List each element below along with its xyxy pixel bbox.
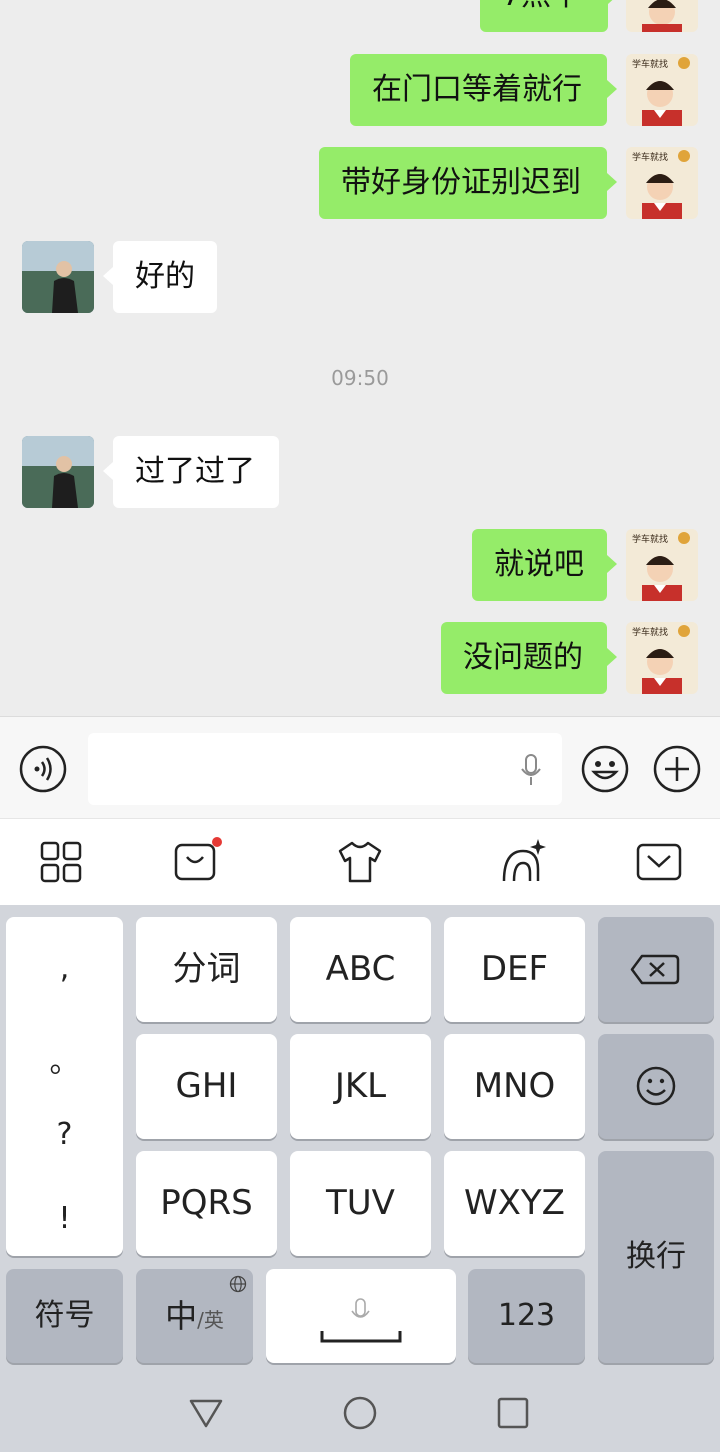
message-bubble-outgoing[interactable]: 7点半 — [480, 0, 618, 32]
backspace-icon — [630, 954, 680, 985]
message-bubble-outgoing[interactable]: 没问题的 — [441, 622, 617, 694]
message-bubble-outgoing[interactable]: 就说吧 — [472, 529, 617, 601]
avatar-caption-text: 学车就找 — [632, 58, 668, 70]
key-label: 123 — [497, 1298, 556, 1333]
key-label: 符号 — [34, 1298, 95, 1333]
key-def[interactable]: DEF — [444, 917, 585, 1022]
key-label: DEF — [480, 949, 549, 989]
message-bubble-incoming[interactable]: 过了过了 — [103, 436, 279, 508]
self-avatar-icon: 学车就找 — [632, 625, 690, 694]
input-bar — [0, 716, 720, 819]
message-bubble-incoming[interactable]: 好的 — [103, 241, 217, 313]
plus-icon[interactable] — [652, 744, 702, 794]
self-avatar-icon: 学车就找 — [632, 57, 690, 126]
key-label: TUV — [326, 1183, 395, 1223]
punct-key[interactable]: ? — [6, 1117, 123, 1152]
key-label: 分词 — [172, 949, 241, 989]
language-switch-key[interactable]: 中/英 — [136, 1269, 253, 1363]
key-jkl[interactable]: JKL — [290, 1034, 431, 1139]
key-ghi[interactable]: GHI — [136, 1034, 277, 1139]
notification-badge — [212, 837, 222, 847]
emoji-key[interactable] — [598, 1034, 714, 1139]
smiley-icon — [636, 1066, 676, 1106]
self-avatar-icon — [642, 0, 682, 32]
self-avatar[interactable]: 学车就找 — [626, 54, 698, 126]
avatar-caption-text: 学车就找 — [632, 626, 668, 638]
emoji-icon[interactable] — [580, 744, 630, 794]
space-mic-icon — [320, 1298, 402, 1343]
self-avatar-icon: 学车就找 — [632, 150, 690, 219]
key-label: PQRS — [160, 1183, 253, 1223]
message-bubble-outgoing[interactable]: 带好身份证别迟到 — [319, 147, 617, 219]
message-input[interactable] — [88, 733, 562, 805]
contact-avatar[interactable] — [22, 436, 94, 508]
numbers-key[interactable]: 123 — [468, 1269, 585, 1363]
contact-avatar-icon — [22, 241, 94, 313]
globe-icon — [229, 1275, 247, 1293]
system-nav-bar — [0, 1372, 720, 1452]
chat-area: 7点半 在门口等着就行 学车就找 带好身份证别迟到 学车就找 — [0, 0, 720, 716]
backspace-key[interactable] — [598, 917, 714, 1022]
recents-square-icon[interactable] — [496, 1396, 530, 1430]
voice-mode-icon[interactable] — [18, 744, 68, 794]
self-avatar[interactable] — [626, 0, 698, 32]
enter-key[interactable]: 换行 — [598, 1151, 714, 1363]
microphone-icon[interactable] — [518, 753, 544, 787]
key-tuv[interactable]: TUV — [290, 1151, 431, 1256]
key-sublabel: /英 — [197, 1308, 224, 1332]
key-pqrs[interactable]: PQRS — [136, 1151, 277, 1256]
time-divider: 09:50 — [331, 366, 389, 390]
key-abc[interactable]: ABC — [290, 917, 431, 1022]
punct-key[interactable]: 。 — [6, 1037, 123, 1081]
shopping-bag-icon[interactable] — [172, 837, 222, 887]
ime-toolbar — [0, 818, 720, 906]
contact-avatar[interactable] — [22, 241, 94, 313]
key-label: JKL — [334, 1066, 387, 1106]
tshirt-icon[interactable] — [336, 839, 384, 885]
key-label: MNO — [473, 1066, 556, 1106]
self-avatar-icon: 学车就找 — [632, 532, 690, 601]
self-avatar[interactable]: 学车就找 — [626, 622, 698, 694]
key-mno[interactable]: MNO — [444, 1034, 585, 1139]
keyboard: , 。 ? ! 分词 ABC DEF GHI JKL MNO PQRS TUV … — [0, 905, 720, 1372]
punct-key[interactable]: ! — [6, 1201, 123, 1236]
self-avatar[interactable]: 学车就找 — [626, 529, 698, 601]
message-bubble-outgoing[interactable]: 在门口等着就行 — [350, 54, 617, 126]
avatar-caption-text: 学车就找 — [632, 151, 668, 163]
punctuation-list[interactable]: , 。 ? ! — [6, 917, 123, 1256]
home-circle-icon[interactable] — [342, 1395, 378, 1431]
punct-key[interactable]: , — [6, 951, 123, 986]
space-key[interactable] — [266, 1269, 456, 1363]
key-label: 换行 — [626, 1239, 686, 1274]
self-avatar[interactable]: 学车就找 — [626, 147, 698, 219]
ai-sparkle-icon[interactable] — [498, 837, 548, 887]
key-label: ABC — [325, 949, 396, 989]
grid-icon[interactable] — [40, 841, 82, 883]
back-triangle-icon[interactable] — [188, 1396, 224, 1430]
symbols-key[interactable]: 符号 — [6, 1269, 123, 1363]
contact-avatar-icon — [22, 436, 94, 508]
key-fenci[interactable]: 分词 — [136, 917, 277, 1022]
key-label: 中 — [165, 1297, 198, 1335]
keyboard-hide-icon[interactable] — [636, 843, 682, 881]
key-label: WXYZ — [464, 1183, 565, 1223]
key-wxyz[interactable]: WXYZ — [444, 1151, 585, 1256]
avatar-caption-text: 学车就找 — [632, 533, 668, 545]
key-label: GHI — [175, 1066, 238, 1106]
